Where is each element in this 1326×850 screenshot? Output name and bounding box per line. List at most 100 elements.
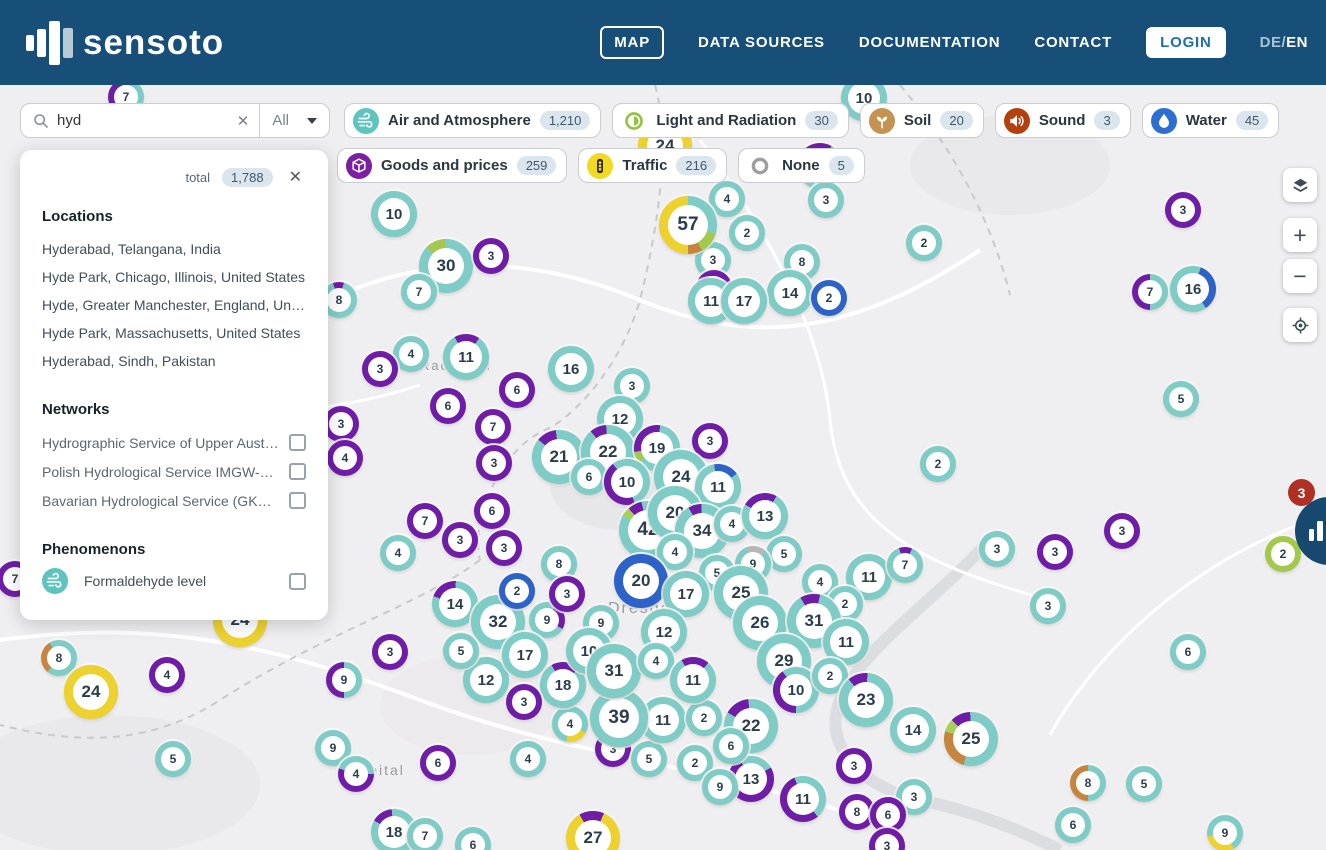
map-cluster-marker[interactable]: 3: [979, 531, 1015, 567]
map-cluster-marker[interactable]: 3: [323, 406, 359, 442]
map-cluster-marker[interactable]: 7: [401, 274, 437, 310]
map-cluster-marker[interactable]: 31: [587, 644, 641, 698]
category-chip-traffic[interactable]: Traffic216: [578, 148, 727, 183]
map-cluster-marker[interactable]: 3: [372, 634, 408, 670]
map-cluster-marker[interactable]: 6: [1055, 807, 1091, 843]
map-cluster-marker[interactable]: 4: [709, 181, 745, 217]
map-cluster-marker[interactable]: 7: [1132, 274, 1168, 310]
map-cluster-marker[interactable]: 2: [729, 215, 765, 251]
lang-en[interactable]: EN: [1286, 34, 1308, 51]
map-cluster-marker[interactable]: 3: [486, 530, 522, 566]
language-switcher[interactable]: DE/EN: [1260, 34, 1308, 51]
map-cluster-marker[interactable]: 2: [499, 573, 535, 609]
map-cluster-marker[interactable]: 9: [326, 662, 362, 698]
map-cluster-marker[interactable]: 6: [474, 493, 510, 529]
category-chip-light-and-radiation[interactable]: Light and Radiation30: [612, 103, 848, 138]
map-cluster-marker[interactable]: 4: [149, 657, 185, 693]
map-cluster-marker[interactable]: 2: [906, 225, 942, 261]
map-cluster-marker[interactable]: 16: [1170, 266, 1216, 312]
map-cluster-marker[interactable]: 2: [1265, 536, 1301, 572]
map-cluster-marker[interactable]: 3: [473, 238, 509, 274]
map-cluster-marker[interactable]: 5: [1126, 766, 1162, 802]
notification-badge[interactable]: 3: [1288, 479, 1315, 506]
map-cluster-marker[interactable]: 3: [362, 351, 398, 387]
location-suggestion[interactable]: Hyde, Greater Manchester, England, Unite…: [42, 291, 306, 319]
map-cluster-marker[interactable]: 4: [638, 643, 674, 679]
location-suggestion[interactable]: Hyde Park, Massachusetts, United States: [42, 319, 306, 347]
nav-item-data-sources[interactable]: DATA SOURCES: [698, 34, 825, 51]
close-icon[interactable]: ✕: [285, 165, 306, 189]
category-chip-water[interactable]: Water45: [1142, 103, 1280, 138]
map-cluster-marker[interactable]: 3: [836, 748, 872, 784]
network-checkbox[interactable]: [289, 434, 306, 451]
map-cluster-marker[interactable]: 6: [571, 459, 607, 495]
map-cluster-marker[interactable]: 4: [327, 440, 363, 476]
map-cluster-marker[interactable]: 14: [890, 707, 936, 753]
network-suggestion[interactable]: Hydrographic Service of Upper Austri...: [42, 435, 279, 451]
map-cluster-marker[interactable]: 9: [1207, 815, 1243, 850]
map-cluster-marker[interactable]: 6: [420, 745, 456, 781]
map-cluster-marker[interactable]: 7: [407, 503, 443, 539]
map-cluster-marker[interactable]: 3: [1037, 534, 1073, 570]
map-cluster-marker[interactable]: 6: [499, 372, 535, 408]
map-cluster-marker[interactable]: 3: [442, 522, 478, 558]
map-cluster-marker[interactable]: 7: [475, 409, 511, 445]
map-cluster-marker[interactable]: 3: [808, 182, 844, 218]
map-cluster-marker[interactable]: 2: [811, 280, 847, 316]
map-cluster-marker[interactable]: 4: [552, 706, 588, 742]
zoom-in-button[interactable]: +: [1283, 218, 1317, 252]
network-checkbox[interactable]: [289, 492, 306, 509]
map-cluster-marker[interactable]: 3: [692, 423, 728, 459]
network-checkbox[interactable]: [289, 463, 306, 480]
lang-de[interactable]: DE: [1260, 34, 1282, 51]
map-cluster-marker[interactable]: 57: [659, 196, 717, 254]
search-clear-icon[interactable]: ✕: [227, 112, 260, 130]
map-cluster-marker[interactable]: 3: [476, 445, 512, 481]
phenomenon-checkbox[interactable]: [289, 573, 306, 590]
map-cluster-marker[interactable]: 11: [443, 334, 489, 380]
network-suggestion[interactable]: Polish Hydrological Service IMGW-PI...: [42, 464, 279, 480]
map-cluster-marker[interactable]: 2: [920, 446, 956, 482]
map-cluster-marker[interactable]: 3: [549, 576, 585, 612]
map-cluster-marker[interactable]: 6: [430, 388, 466, 424]
map-cluster-marker[interactable]: 11: [780, 776, 826, 822]
category-chip-soil[interactable]: Soil20: [860, 103, 984, 138]
map-cluster-marker[interactable]: 3: [506, 684, 542, 720]
map-cluster-marker[interactable]: 3: [1104, 513, 1140, 549]
category-chip-sound[interactable]: Sound3: [995, 103, 1131, 138]
map-cluster-marker[interactable]: 17: [502, 632, 548, 678]
zoom-out-button[interactable]: −: [1283, 259, 1317, 293]
map-cluster-marker[interactable]: 8: [41, 640, 77, 676]
phenomenon-suggestion[interactable]: Formaldehyde level: [84, 573, 279, 589]
search-input[interactable]: [57, 112, 227, 129]
map-cluster-marker[interactable]: 5: [443, 633, 479, 669]
map-cluster-marker[interactable]: 5: [766, 536, 802, 572]
map-cluster-marker[interactable]: 11: [670, 657, 716, 703]
map-cluster-marker[interactable]: 9: [702, 769, 738, 805]
nav-item-contact[interactable]: CONTACT: [1034, 34, 1112, 51]
map-cluster-marker[interactable]: 16: [548, 346, 594, 392]
map-cluster-marker[interactable]: 5: [631, 741, 667, 777]
nav-item-documentation[interactable]: DOCUMENTATION: [859, 34, 1001, 51]
map-cluster-marker[interactable]: 4: [380, 535, 416, 571]
brand-logo[interactable]: sensoto: [26, 19, 224, 67]
map-cluster-marker[interactable]: 17: [721, 278, 767, 324]
map-cluster-marker[interactable]: 10: [604, 459, 650, 505]
layers-button[interactable]: [1283, 168, 1317, 202]
map-cluster-marker[interactable]: 25: [944, 712, 998, 766]
search-filter-dropdown[interactable]: All: [260, 112, 329, 129]
map-cluster-marker[interactable]: 3: [1165, 192, 1201, 228]
map-cluster-marker[interactable]: 3: [1030, 588, 1066, 624]
map-cluster-marker[interactable]: 5: [1163, 381, 1199, 417]
map-cluster-marker[interactable]: 10: [371, 191, 417, 237]
map-cluster-marker[interactable]: 4: [393, 336, 429, 372]
locate-button[interactable]: [1283, 308, 1317, 342]
network-suggestion[interactable]: Bavarian Hydrological Service (GKD) -...: [42, 493, 279, 509]
location-suggestion[interactable]: Hyderabad, Sindh, Pakistan: [42, 347, 306, 375]
map-cluster-marker[interactable]: 5: [155, 741, 191, 777]
map-cluster-marker[interactable]: 13: [742, 493, 788, 539]
map-cluster-marker[interactable]: 6: [1170, 634, 1206, 670]
category-chip-air-and-atmosphere[interactable]: Air and Atmosphere1,210: [344, 103, 601, 138]
map-cluster-marker[interactable]: 20: [614, 554, 668, 608]
map-cluster-marker[interactable]: 8: [1070, 765, 1106, 801]
